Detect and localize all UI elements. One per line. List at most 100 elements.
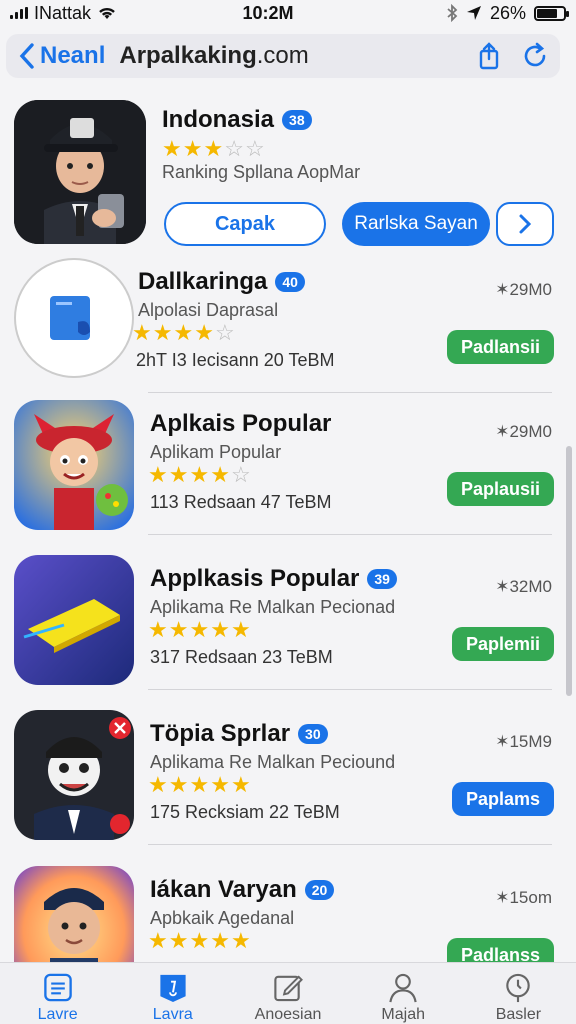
star-filled-icon: ★: [162, 136, 183, 161]
share-icon[interactable]: [474, 41, 504, 71]
rarlska-sayan-button[interactable]: Rarlska Sayan: [342, 202, 490, 246]
star-filled-icon: ★: [168, 617, 190, 642]
app-name[interactable]: Iákan Varyan 20: [150, 876, 335, 904]
rank-icon: ✶: [495, 888, 510, 907]
app-subtitle: Aplikama Re Malkan Peciound: [150, 752, 396, 772]
battery-icon: [534, 5, 569, 21]
back-button[interactable]: Neanl: [40, 42, 105, 70]
app-meta: 113 Redsaan 47 TeBM: [150, 492, 332, 512]
app-rating: ★★★★☆: [132, 320, 236, 346]
person-icon: [389, 973, 417, 1003]
featured-app-title: Indonasia: [162, 106, 275, 133]
location-icon: [466, 6, 481, 20]
app-name[interactable]: Aplkais Popular: [150, 410, 331, 438]
star-filled-icon: ★: [194, 320, 215, 345]
list-icon: [43, 973, 72, 1002]
app-subtitle: Apbkaik Agedanal: [150, 908, 295, 928]
app-subtitle: Alpolasi Daprasal: [138, 300, 279, 320]
app-rank: ✶15om: [495, 888, 552, 908]
app-subtitle: Aplikama Re Malkan Pecionad: [150, 597, 396, 617]
star-filled-icon: ★: [203, 136, 225, 161]
star-filled-icon: ★: [210, 462, 231, 487]
get-button[interactable]: Padlansii: [446, 330, 554, 364]
app-list-item[interactable]: Aplkais Popular Aplikam Popular ★★★★☆ 113 R…: [0, 400, 576, 550]
tab-label: Lavre: [37, 1006, 78, 1023]
featured-app-icon[interactable]: [14, 100, 146, 244]
app-rating: ★★★★☆: [148, 462, 252, 488]
app-rating: ★★★★★: [148, 928, 252, 954]
rank-value: 29M0: [509, 422, 552, 441]
app-list-item[interactable]: Applkasis Popular 39 Aplikama Re Malkan Pe…: [0, 555, 576, 705]
divider: [148, 534, 552, 535]
tab-majah[interactable]: Majah: [346, 963, 461, 1024]
app-name[interactable]: Töpia Sprlar 30: [150, 720, 328, 748]
get-button[interactable]: Paplausii: [446, 472, 554, 506]
star-filled-icon: ★: [173, 320, 195, 345]
app-list-item[interactable]: Dallkaringa 40 Alpolasi Daprasal ★★★★☆ 2hT I…: [0, 258, 576, 408]
app-badge: 30: [298, 724, 328, 744]
tab-lavre[interactable]: Lavre: [0, 963, 115, 1024]
app-badge: 40: [275, 272, 305, 292]
address-bar: Neanl Arpalkaking.com: [6, 34, 560, 78]
get-button[interactable]: Paplams: [451, 782, 554, 816]
url-field[interactable]: Arpalkaking.com: [119, 42, 458, 70]
app-icon[interactable]: [14, 258, 134, 388]
scrollbar[interactable]: [566, 446, 572, 696]
tab-basler[interactable]: Basler: [461, 963, 576, 1024]
divider: [148, 689, 552, 690]
rank-icon: ✶: [495, 732, 510, 751]
tab-lavra[interactable]: Lavra: [115, 963, 230, 1024]
battery-percent: 26%: [489, 2, 526, 23]
rank-value: 15om: [509, 888, 552, 907]
rank-icon: ✶: [495, 577, 510, 596]
wifi-icon: [99, 7, 115, 19]
app-title: Töpia Sprlar: [150, 720, 291, 747]
signal-icon: [10, 7, 28, 19]
rank-value: 15M9: [509, 732, 552, 751]
star-filled-icon: ★: [230, 928, 252, 953]
app-meta: 317 Redsaan 23 TeBM: [150, 647, 333, 667]
star-filled-icon: ★: [148, 772, 169, 797]
app-title: Applkasis Popular: [150, 565, 360, 592]
featured-app-name[interactable]: Indonasia 38: [162, 106, 312, 134]
rank-value: 32M0: [509, 577, 552, 596]
reload-icon[interactable]: [520, 41, 550, 71]
status-bar: INattak 10:2M 26%: [0, 0, 576, 26]
app-icon[interactable]: [14, 400, 134, 530]
app-list-item[interactable]: Töpia Sprlar 30 Aplikama Re Malkan Pecioun…: [0, 710, 576, 860]
app-rating: ★★★★★: [148, 617, 252, 643]
app-icon[interactable]: [14, 555, 134, 685]
app-rank: ✶15M9: [495, 732, 552, 752]
app-rank: ✶32M0: [495, 577, 552, 597]
app-title: Iákan Varyan: [150, 876, 297, 903]
star-filled-icon: ★: [168, 772, 190, 797]
back-chevron-icon[interactable]: [16, 41, 38, 71]
star-filled-icon: ★: [230, 617, 252, 642]
tab-anoesian[interactable]: Anoesian: [230, 963, 345, 1024]
app-icon[interactable]: [14, 710, 134, 840]
star-filled-icon: ★: [168, 462, 190, 487]
star-filled-icon: ★: [210, 772, 231, 797]
tab-label: Lavra: [152, 1006, 193, 1023]
star-filled-icon: ★: [230, 772, 252, 797]
more-button[interactable]: [496, 202, 554, 246]
star-filled-icon: ★: [189, 462, 211, 487]
app-rank: ✶29M0: [495, 280, 552, 300]
app-title: Aplkais Popular: [150, 410, 332, 437]
app-rating: ★★★★★: [148, 772, 252, 798]
app-title: Dallkaringa: [138, 268, 268, 295]
star-filled-icon: ★: [148, 928, 169, 953]
star-filled-icon: ★: [152, 320, 174, 345]
star-filled-icon: ★: [189, 617, 211, 642]
featured-icon: [160, 974, 186, 1003]
capak-button[interactable]: Capak: [164, 202, 326, 246]
star-filled-icon: ★: [189, 772, 211, 797]
tab-bar: Lavre Lavra Anoesian Majah Basler: [0, 962, 576, 1024]
app-name[interactable]: Applkasis Popular 39: [150, 565, 397, 593]
app-badge: 39: [367, 569, 397, 589]
app-name[interactable]: Dallkaringa 40: [138, 268, 305, 296]
star-empty-icon: ☆: [230, 462, 252, 487]
star-filled-icon: ★: [148, 462, 169, 487]
get-button[interactable]: Paplemii: [451, 627, 554, 661]
app-rank: ✶29M0: [495, 422, 552, 442]
